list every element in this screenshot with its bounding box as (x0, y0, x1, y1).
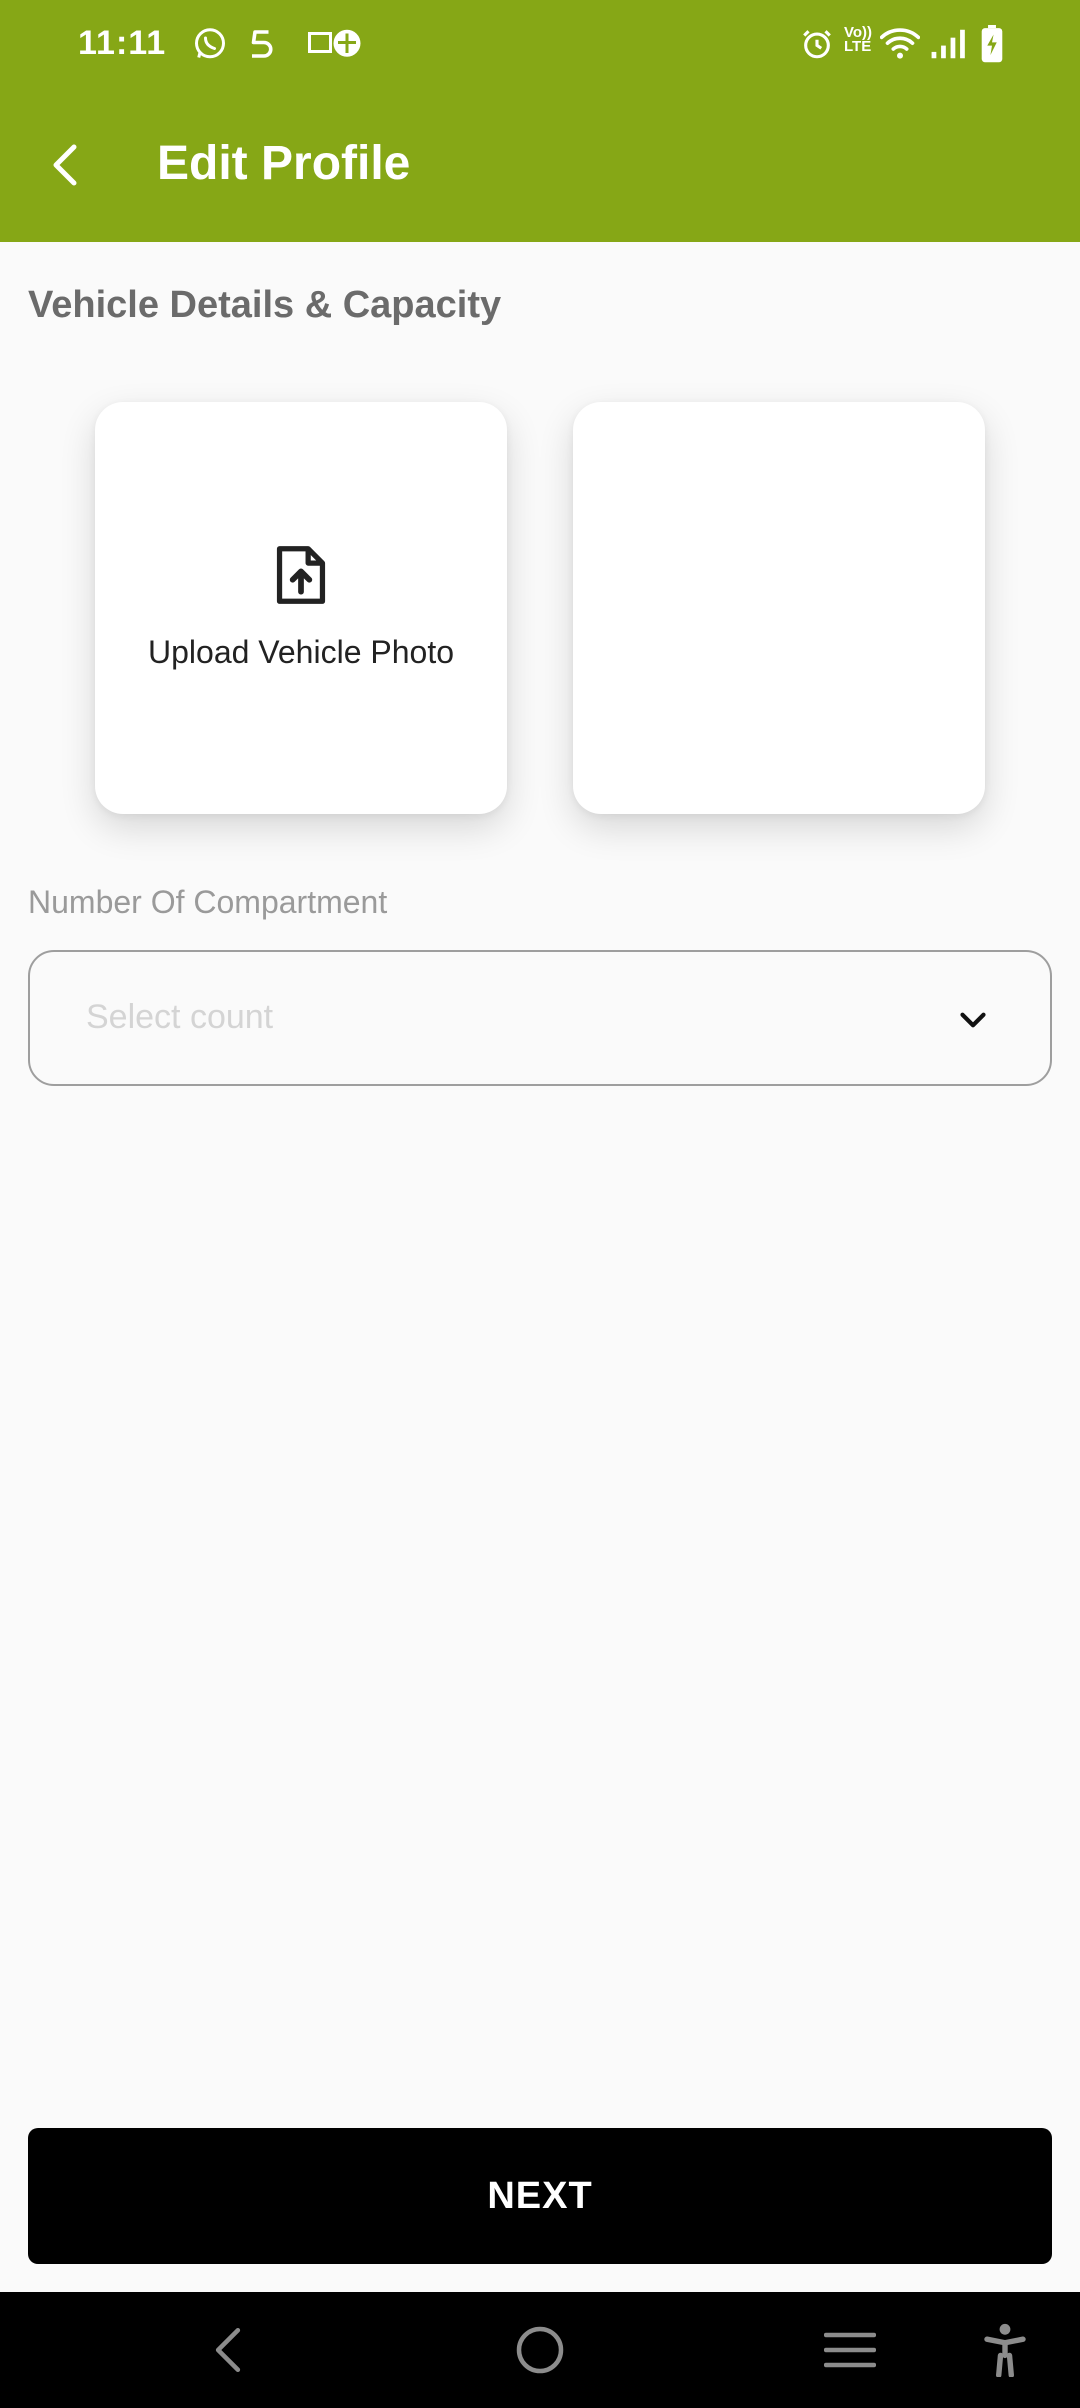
s-app-icon (246, 26, 276, 62)
page-title: Edit Profile (157, 137, 411, 190)
section-title: Vehicle Details & Capacity (28, 284, 502, 326)
gallery-icon (308, 26, 362, 62)
wifi-icon (880, 26, 920, 62)
upload-vehicle-photo-card[interactable]: Upload Vehicle Photo (95, 402, 507, 814)
chevron-left-icon (53, 144, 77, 186)
file-upload-icon (276, 546, 326, 604)
whatsapp-icon (192, 26, 228, 62)
home-nav-icon[interactable] (510, 2320, 570, 2380)
volte-icon: Vo)) LTE (844, 25, 872, 62)
system-nav-bar (0, 2292, 1080, 2408)
upload-vehicle-photo-label: Upload Vehicle Photo (148, 634, 454, 670)
next-button[interactable]: NEXT (28, 2128, 1052, 2264)
status-bar: 11:11 Vo)) LTE (0, 0, 1080, 88)
back-nav-icon[interactable] (198, 2320, 258, 2380)
recents-nav-icon[interactable] (820, 2320, 880, 2380)
accessibility-icon[interactable] (975, 2320, 1035, 2380)
select-count-placeholder: Select count (86, 998, 274, 1036)
compartment-count-select[interactable]: Select count (28, 950, 1052, 1086)
compartment-label: Number Of Compartment (28, 884, 388, 920)
status-time: 11:11 (78, 24, 167, 62)
chevron-down-icon (960, 1012, 986, 1028)
battery-charging-icon (980, 25, 1004, 63)
back-button[interactable] (40, 130, 90, 200)
screen: 11:11 Vo)) LTE Edit Profile Vehicle Deta… (0, 0, 1080, 2408)
vehicle-photo-slot[interactable] (573, 402, 985, 814)
volte-bottom-text: LTE (844, 38, 872, 55)
alarm-icon (800, 26, 834, 62)
signal-icon (930, 26, 968, 62)
app-header: 11:11 Vo)) LTE Edit Profile (0, 0, 1080, 242)
